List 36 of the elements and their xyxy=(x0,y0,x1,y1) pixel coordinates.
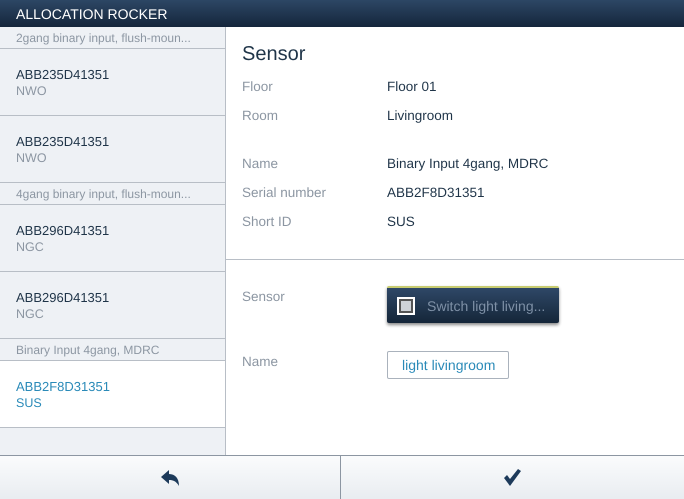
serial-number: ABB235D41351 xyxy=(16,67,110,82)
field-label: Floor xyxy=(242,79,274,94)
serial-number: ABB235D41351 xyxy=(16,134,110,149)
field-value: ABB2F8D31351 xyxy=(387,185,485,200)
short-id: NGC xyxy=(16,307,44,321)
serial-number: ABB296D41351 xyxy=(16,290,110,305)
device-item[interactable]: ABB235D41351 NWO xyxy=(0,116,225,183)
field-value: SUS xyxy=(387,214,415,229)
serial-number: ABB296D41351 xyxy=(16,223,110,238)
field-label: Name xyxy=(242,353,280,369)
group-header: 2gang binary input, flush-moun... xyxy=(0,27,225,49)
checkmark-icon xyxy=(504,469,521,486)
serial-number: ABB2F8D31351 xyxy=(16,379,110,394)
back-arrow-icon xyxy=(161,470,179,486)
short-id: SUS xyxy=(16,396,42,410)
field-value: Floor 01 xyxy=(387,79,437,94)
section-heading: Sensor xyxy=(242,43,306,66)
sensor-select-button[interactable]: Switch light living... xyxy=(387,286,559,323)
field-label: Sensor xyxy=(242,288,286,304)
field-label: Name xyxy=(242,156,280,171)
name-input[interactable]: light livingroom xyxy=(387,351,509,379)
device-item[interactable]: ABB296D41351 NGC xyxy=(0,205,225,272)
switch-icon xyxy=(397,296,415,314)
short-id: NWO xyxy=(16,151,47,165)
field-label: Room xyxy=(242,108,280,123)
field-value: Binary Input 4gang, MDRC xyxy=(387,156,548,171)
group-header: 4gang binary input, flush-moun... xyxy=(0,183,225,205)
device-item[interactable]: ABB296D41351 NGC xyxy=(0,272,225,339)
device-item[interactable]: ABB235D41351 NWO xyxy=(0,49,225,116)
field-label: Serial number xyxy=(242,185,328,200)
field-value: Livingroom xyxy=(387,108,454,123)
short-id: NWO xyxy=(16,84,47,98)
field-label: Short ID xyxy=(242,214,293,229)
short-id: NGC xyxy=(16,240,44,254)
device-item[interactable]: ABB2F8D31351 SUS xyxy=(0,361,225,428)
window-title: ALLOCATION ROCKER xyxy=(0,0,684,27)
